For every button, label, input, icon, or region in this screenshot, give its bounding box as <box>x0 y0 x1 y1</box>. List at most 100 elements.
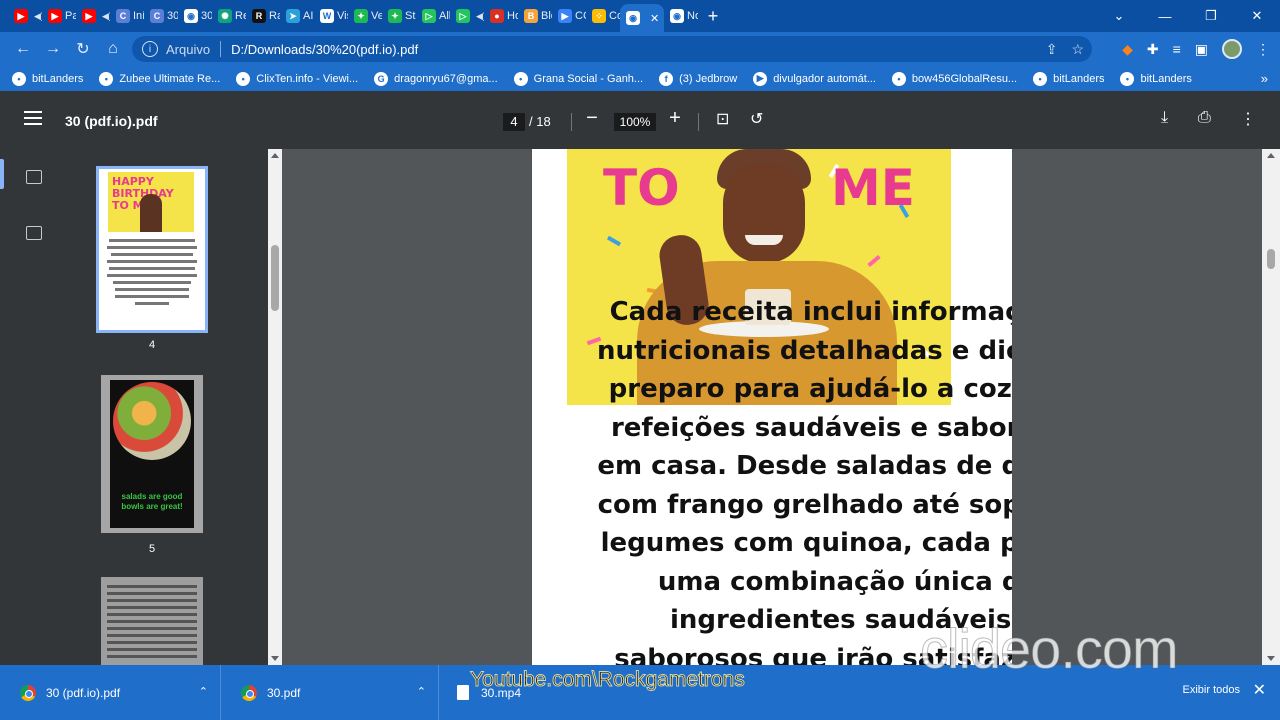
bookmark-item[interactable]: • Zubee Ultimate Re... <box>99 71 220 86</box>
scroll-down-arrow[interactable] <box>1267 656 1275 661</box>
zoom-out-icon[interactable]: − <box>582 107 602 130</box>
bitlanders-icon: • <box>1120 71 1135 86</box>
download-icon[interactable]: ⤓ <box>1161 109 1168 127</box>
browser-tab[interactable]: ▶ ◀) <box>8 0 42 32</box>
bookmark-label: ClixTen.info - Viewi... <box>256 72 359 85</box>
bookmark-item[interactable]: • bitLanders <box>1033 71 1104 86</box>
bookmark-item[interactable]: • bitLanders <box>12 71 83 86</box>
scroll-down-arrow[interactable] <box>271 656 279 661</box>
bookmark-item[interactable]: • bitLanders <box>1120 71 1192 86</box>
sidebar-scrollbar[interactable] <box>268 149 282 665</box>
browser-tab[interactable]: ▶Pai <box>42 0 76 32</box>
browser-tab[interactable]: RRa <box>246 0 280 32</box>
minimize-icon[interactable]: — <box>1142 0 1188 32</box>
address-url[interactable]: D:/Downloads/30%20(pdf.io).pdf <box>231 42 418 57</box>
reload-icon[interactable]: ↻ <box>68 34 98 64</box>
chrome-icon <box>20 684 36 701</box>
browser-tab[interactable]: ▷ ◀) <box>450 0 484 32</box>
download-item[interactable]: 30.pdf ⌃ <box>221 665 439 720</box>
page-number-input[interactable]: 4 <box>503 113 525 131</box>
download-filename: 30 (pdf.io).pdf <box>46 685 121 700</box>
address-bar[interactable]: i Arquivo D:/Downloads/30%20(pdf.io).pdf… <box>132 36 1092 62</box>
extensions-puzzle-icon[interactable]: ✚ <box>1147 41 1159 58</box>
forward-icon[interactable]: → <box>38 34 68 64</box>
share-icon[interactable]: ⇪ <box>1046 41 1058 58</box>
zoom-input[interactable]: 100% <box>614 113 656 131</box>
pdf-page: TO ME Cada receita inclui informaçõ nutr… <box>532 149 1012 665</box>
bookmark-item[interactable]: • bow456GlobalResu... <box>891 71 1017 86</box>
hero-word-to: TO <box>603 159 680 217</box>
bookmark-item[interactable]: • Grana Social - Ganh... <box>513 71 643 86</box>
bookmark-star-icon[interactable]: ☆ <box>1071 41 1084 58</box>
fit-page-icon[interactable]: ⊡ <box>716 109 729 129</box>
browser-tab[interactable]: ▷All <box>416 0 450 32</box>
print-icon[interactable]: ⎙ <box>1198 109 1211 127</box>
browser-tab[interactable]: ▶CC <box>552 0 586 32</box>
more-bookmarks-icon[interactable]: » <box>1261 71 1268 86</box>
thumbnail-page-5[interactable]: salads are good bowls are great! <box>101 375 203 533</box>
close-window-icon[interactable]: ✕ <box>1234 0 1280 32</box>
browser-tab[interactable]: ◉ ✕ <box>620 4 664 32</box>
play-triangle-icon: ▶ <box>558 9 572 23</box>
scroll-up-arrow[interactable] <box>271 153 279 158</box>
close-shelf-icon[interactable]: ✕ <box>1253 680 1266 700</box>
rotate-icon[interactable]: ↺ <box>750 109 763 129</box>
bookmark-item[interactable]: f (3) Jedbrow <box>659 71 737 86</box>
clideo-watermark: clideo.com <box>920 617 1180 681</box>
more-options-icon[interactable]: ⋮ <box>1240 109 1256 129</box>
browser-tab[interactable]: ◉ 30 <box>178 0 212 32</box>
browser-tab[interactable]: ▶ ◀) <box>76 0 110 32</box>
thumbnail-text-block <box>105 235 199 309</box>
speaker-icon[interactable]: ◀) <box>102 11 110 22</box>
document-viewport[interactable]: TO ME Cada receita inclui informaçõ nutr… <box>282 149 1262 665</box>
globe-icon: ◉ <box>626 11 640 25</box>
show-all-downloads-link[interactable]: Exibir todos <box>1183 684 1240 696</box>
side-panel-icon[interactable]: ▣ <box>1195 41 1208 58</box>
info-icon[interactable]: i <box>142 41 158 57</box>
thumbnails-view-icon[interactable] <box>26 170 42 184</box>
profile-avatar[interactable] <box>1222 39 1242 59</box>
chatgpt-icon: ✺ <box>218 9 232 23</box>
restore-icon[interactable]: ❐ <box>1188 0 1234 32</box>
document-scroll-thumb[interactable] <box>1267 249 1275 269</box>
sidebar-scroll-thumb[interactable] <box>271 245 279 311</box>
new-tab-icon[interactable]: + <box>698 6 728 27</box>
outline-view-icon[interactable] <box>26 226 42 240</box>
browser-tab[interactable]: ◉No <box>664 0 698 32</box>
bookmark-item[interactable]: Gdragonryu67@gma... <box>374 71 498 86</box>
bookmark-item[interactable]: • ClixTen.info - Viewi... <box>236 71 359 86</box>
thumbnail-page-6[interactable] <box>101 577 203 665</box>
speaker-icon[interactable]: ◀) <box>476 11 484 22</box>
browser-tab[interactable]: ✦Str <box>382 0 416 32</box>
browser-tab[interactable]: ➤ AI <box>280 0 314 32</box>
browser-tab[interactable]: ●Ho <box>484 0 518 32</box>
download-item[interactable]: 30 (pdf.io).pdf ⌃ <box>0 665 221 720</box>
kebab-menu-icon[interactable]: ⋮ <box>1256 41 1270 58</box>
close-tab-icon[interactable]: ✕ <box>650 12 659 25</box>
back-icon[interactable]: ← <box>8 34 38 64</box>
browser-tab[interactable]: C 30 <box>144 0 178 32</box>
person-smile <box>745 235 783 245</box>
page-total: / 18 <box>529 114 551 129</box>
thumbnail-sidebar: HAPPY BIRTHDAY TO ME 4 salads are good b… <box>0 149 268 665</box>
bookmark-item[interactable]: ▶ divulgador automát... <box>753 71 876 86</box>
chevron-up-icon[interactable]: ⌃ <box>417 685 426 698</box>
browser-tab[interactable]: C Iní <box>110 0 144 32</box>
browser-tab[interactable]: ✺Re <box>212 0 246 32</box>
zoom-in-icon[interactable]: + <box>665 107 685 130</box>
home-icon[interactable]: ⌂ <box>98 34 128 64</box>
media-control-icon[interactable]: ≡ <box>1173 41 1181 57</box>
chrome-icon <box>241 684 257 701</box>
browser-tab[interactable]: ✦ Ve <box>348 0 382 32</box>
hamburger-menu-icon[interactable] <box>24 111 42 125</box>
metamask-icon[interactable]: ◆ <box>1122 41 1133 58</box>
scroll-up-arrow[interactable] <box>1267 153 1275 158</box>
browser-tab[interactable]: BBlo <box>518 0 552 32</box>
chevron-up-icon[interactable]: ⌃ <box>199 685 208 698</box>
speaker-icon[interactable]: ◀) <box>34 11 42 22</box>
tab-search-icon[interactable]: ⌄ <box>1096 0 1142 32</box>
document-scrollbar[interactable] <box>1262 149 1280 665</box>
browser-tab[interactable]: ⁘Co <box>586 0 620 32</box>
thumbnail-page-4[interactable]: HAPPY BIRTHDAY TO ME <box>96 166 208 333</box>
browser-tab[interactable]: WVis <box>314 0 348 32</box>
